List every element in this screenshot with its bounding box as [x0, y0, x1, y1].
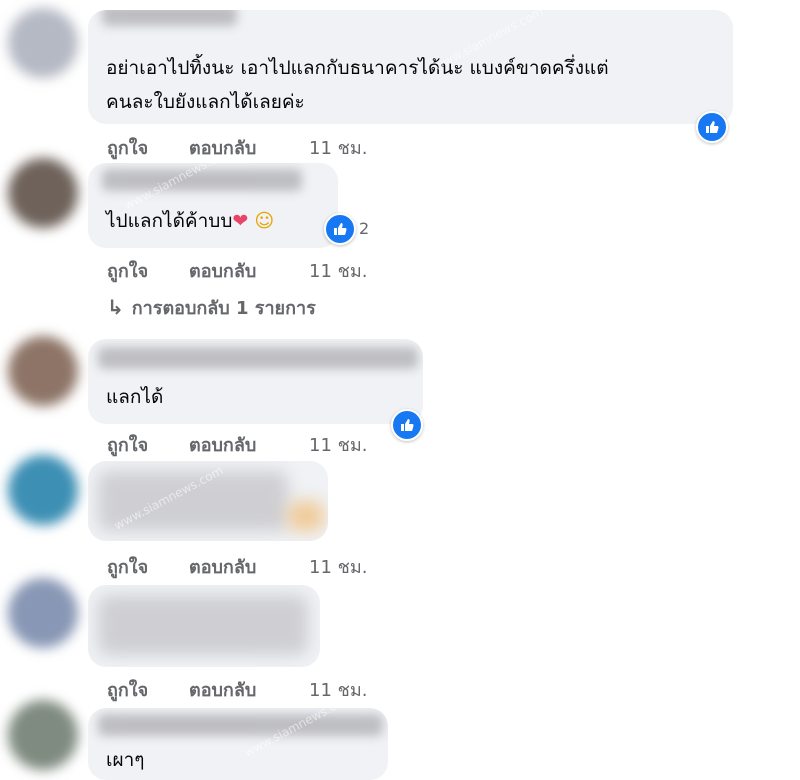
heart-emoji: ❤ — [232, 210, 249, 232]
timestamp[interactable]: 11 ชม. — [309, 133, 367, 162]
avatar[interactable] — [8, 700, 78, 770]
avatar[interactable] — [8, 455, 78, 525]
avatar[interactable] — [8, 578, 78, 648]
timestamp[interactable]: 11 ชม. — [309, 256, 367, 285]
like-reaction-badge[interactable] — [391, 409, 423, 441]
comment-bubble: เผาๆ www.siamnews.com — [88, 708, 388, 780]
commenter-name-blurred[interactable] — [98, 347, 418, 369]
comment-text-value: ไปแลกได้ค้าบบ — [106, 210, 233, 232]
like-button[interactable]: ถูกใจ — [107, 552, 148, 581]
comment-content-blurred — [98, 471, 288, 531]
comment-text-line-2: คนละใบยังแลกได้เลยค่ะ — [106, 91, 305, 113]
reaction-count[interactable]: 2 — [359, 219, 369, 238]
like-reaction-badge[interactable] — [696, 111, 728, 143]
commenter-name-blurred[interactable] — [102, 10, 237, 26]
comment-content-blurred — [98, 595, 308, 655]
timestamp[interactable]: 11 ชม. — [309, 675, 367, 704]
timestamp[interactable]: 11 ชม. — [309, 552, 367, 581]
replies-count-label: การตอบกลับ 1 รายการ — [131, 298, 316, 319]
like-button[interactable]: ถูกใจ — [107, 675, 148, 704]
avatar[interactable] — [8, 8, 78, 78]
timestamp[interactable]: 11 ชม. — [309, 430, 367, 459]
comment-text: แลกได้ — [106, 386, 164, 408]
comment-text-line-1: อย่าเอาไปทิ้งนะ เอาไปแลกกับธนาคารได้นะ แ… — [106, 57, 609, 79]
like-button[interactable]: ถูกใจ — [107, 256, 148, 285]
like-button[interactable]: ถูกใจ — [107, 430, 148, 459]
comment-bubble: ไปแลกได้ค้าบบ❤ ☺ www.siamnews.com — [88, 163, 338, 248]
reply-arrow-icon: ↳ — [107, 295, 124, 319]
avatar[interactable] — [8, 158, 78, 228]
avatar[interactable] — [8, 336, 78, 406]
thumbs-up-icon — [401, 419, 414, 431]
like-reaction-badge[interactable] — [324, 213, 356, 245]
comment-bubble: อย่าเอาไปทิ้งนะ เอาไปแลกกับธนาคารได้นะ แ… — [88, 10, 733, 124]
commenter-name-blurred[interactable] — [98, 714, 383, 736]
comment-text: ไปแลกได้ค้าบบ❤ ☺ — [106, 205, 274, 238]
smile-emoji: ☺ — [254, 210, 275, 232]
reply-button[interactable]: ตอบกลับ — [189, 256, 256, 285]
comment-bubble: www.siamnews.com — [88, 461, 328, 541]
comment-bubble — [88, 585, 320, 667]
like-button[interactable]: ถูกใจ — [107, 133, 148, 162]
comment-text: เผาๆ — [106, 749, 145, 771]
thumbs-up-icon — [334, 223, 347, 235]
thumbs-up-icon — [706, 121, 719, 133]
view-replies-link[interactable]: ↳ การตอบกลับ 1 รายการ — [107, 293, 316, 322]
reply-button[interactable]: ตอบกลับ — [189, 430, 256, 459]
reply-button[interactable]: ตอบกลับ — [189, 552, 256, 581]
reply-button[interactable]: ตอบกลับ — [189, 675, 256, 704]
reply-button[interactable]: ตอบกลับ — [189, 133, 256, 162]
emoji-blurred — [288, 501, 324, 531]
comment-bubble: แลกได้ — [88, 339, 423, 424]
commenter-name-blurred[interactable] — [102, 169, 302, 191]
